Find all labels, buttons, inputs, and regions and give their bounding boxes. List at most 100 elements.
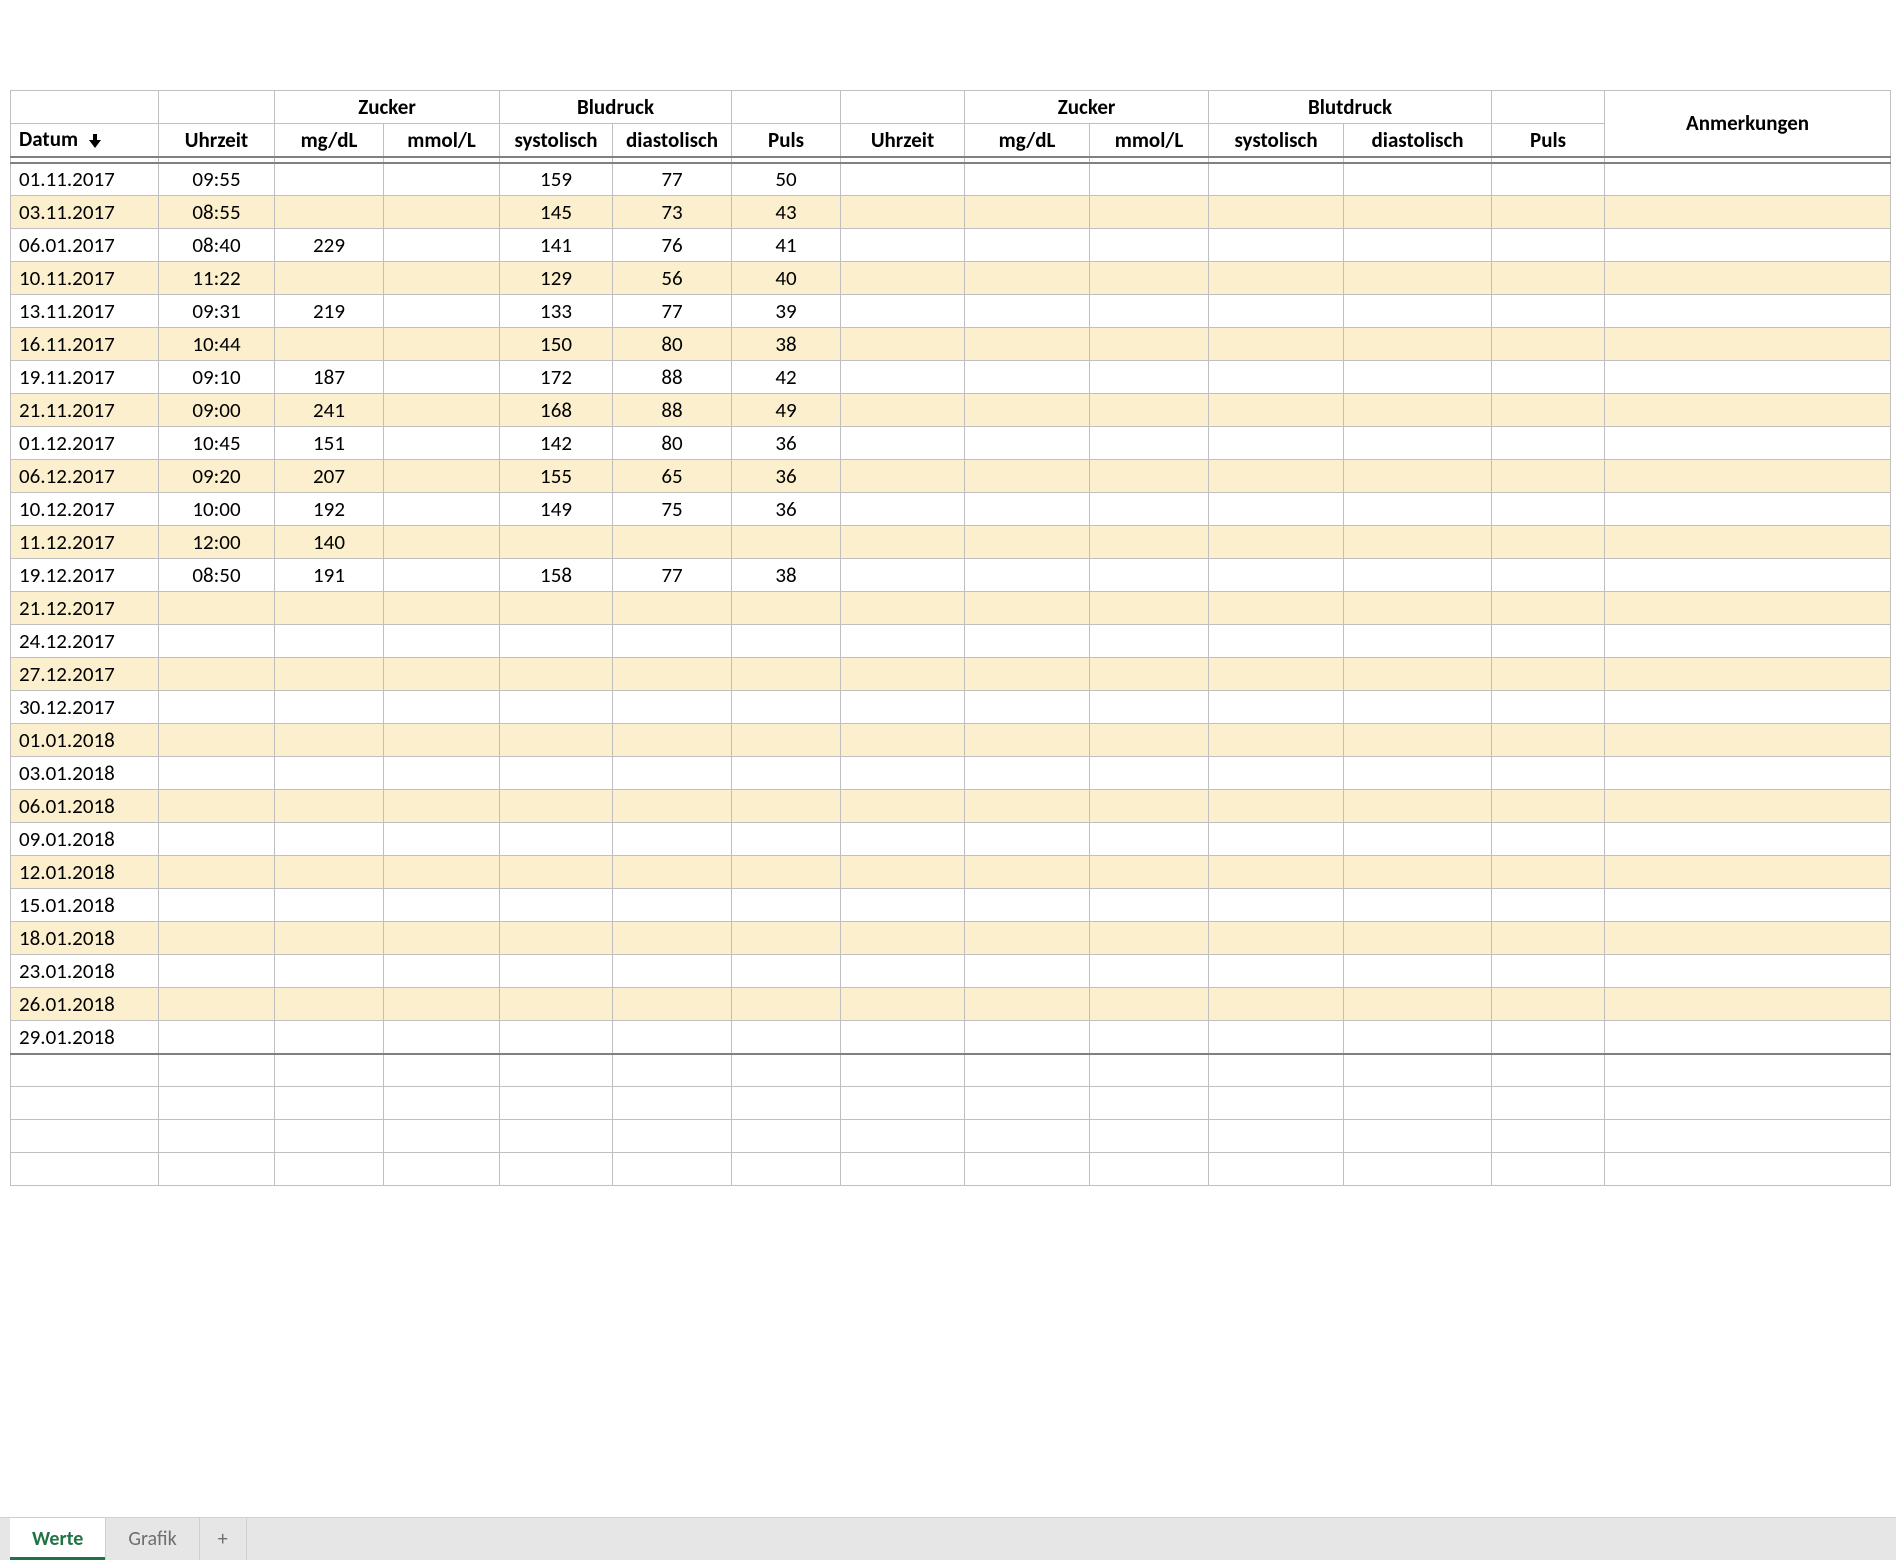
cell-puls2[interactable] bbox=[1492, 658, 1605, 691]
cell-anm[interactable] bbox=[1605, 658, 1891, 691]
cell-mgdl2[interactable] bbox=[965, 460, 1090, 493]
cell-sys1[interactable] bbox=[500, 856, 613, 889]
cell-uhrzeit1[interactable]: 09:10 bbox=[159, 361, 275, 394]
cell-mmoll1[interactable] bbox=[384, 1021, 500, 1054]
cell-puls2[interactable] bbox=[1492, 394, 1605, 427]
cell-puls2[interactable] bbox=[1492, 229, 1605, 262]
cell-mgdl2[interactable] bbox=[965, 592, 1090, 625]
cell-sys2[interactable] bbox=[1209, 658, 1344, 691]
cell-mmoll2[interactable] bbox=[1090, 922, 1209, 955]
cell-dia2[interactable] bbox=[1344, 691, 1492, 724]
cell-anm[interactable] bbox=[1605, 625, 1891, 658]
cell-mmoll2[interactable] bbox=[1090, 757, 1209, 790]
cell-mmoll1[interactable] bbox=[384, 559, 500, 592]
cell-anm[interactable] bbox=[1605, 988, 1891, 1021]
empty-cell[interactable] bbox=[384, 1054, 500, 1087]
cell-dia2[interactable] bbox=[1344, 625, 1492, 658]
empty-cell[interactable] bbox=[1605, 1054, 1891, 1087]
cell-uhrzeit1[interactable]: 09:20 bbox=[159, 460, 275, 493]
cell-anm[interactable] bbox=[1605, 295, 1891, 328]
cell-puls1[interactable] bbox=[732, 988, 841, 1021]
header-blank-3[interactable] bbox=[732, 91, 841, 124]
cell-datum[interactable]: 06.01.2018 bbox=[11, 790, 159, 823]
cell-anm[interactable] bbox=[1605, 724, 1891, 757]
cell-dia1[interactable] bbox=[613, 823, 732, 856]
cell-sys1[interactable]: 158 bbox=[500, 559, 613, 592]
empty-cell[interactable] bbox=[732, 1153, 841, 1186]
cell-puls2[interactable] bbox=[1492, 196, 1605, 229]
cell-dia2[interactable] bbox=[1344, 1021, 1492, 1054]
cell-mgdl2[interactable] bbox=[965, 1021, 1090, 1054]
cell-anm[interactable] bbox=[1605, 691, 1891, 724]
cell-datum[interactable]: 24.12.2017 bbox=[11, 625, 159, 658]
cell-dia1[interactable] bbox=[613, 724, 732, 757]
cell-mmoll2[interactable] bbox=[1090, 823, 1209, 856]
cell-mmoll1[interactable] bbox=[384, 295, 500, 328]
cell-puls1[interactable] bbox=[732, 856, 841, 889]
cell-datum[interactable]: 19.11.2017 bbox=[11, 361, 159, 394]
cell-puls1[interactable] bbox=[732, 790, 841, 823]
add-sheet-button[interactable]: + bbox=[200, 1518, 247, 1560]
cell-puls2[interactable] bbox=[1492, 526, 1605, 559]
cell-dia2[interactable] bbox=[1344, 757, 1492, 790]
cell-dia1[interactable]: 80 bbox=[613, 427, 732, 460]
cell-sys2[interactable] bbox=[1209, 757, 1344, 790]
cell-mmoll1[interactable] bbox=[384, 460, 500, 493]
empty-cell[interactable] bbox=[275, 1087, 384, 1120]
cell-sys1[interactable]: 150 bbox=[500, 328, 613, 361]
cell-puls2[interactable] bbox=[1492, 691, 1605, 724]
cell-puls1[interactable]: 38 bbox=[732, 328, 841, 361]
empty-cell[interactable] bbox=[613, 1054, 732, 1087]
cell-uhrzeit2[interactable] bbox=[841, 493, 965, 526]
empty-cell[interactable] bbox=[275, 1120, 384, 1153]
cell-sys1[interactable]: 145 bbox=[500, 196, 613, 229]
cell-uhrzeit1[interactable]: 09:55 bbox=[159, 163, 275, 196]
cell-dia2[interactable] bbox=[1344, 988, 1492, 1021]
cell-mgdl2[interactable] bbox=[965, 691, 1090, 724]
cell-sys2[interactable] bbox=[1209, 295, 1344, 328]
cell-mmoll1[interactable] bbox=[384, 592, 500, 625]
cell-puls2[interactable] bbox=[1492, 625, 1605, 658]
cell-uhrzeit2[interactable] bbox=[841, 790, 965, 823]
cell-mmoll2[interactable] bbox=[1090, 526, 1209, 559]
cell-datum[interactable]: 01.11.2017 bbox=[11, 163, 159, 196]
empty-cell[interactable] bbox=[613, 1120, 732, 1153]
cell-dia1[interactable]: 73 bbox=[613, 196, 732, 229]
cell-uhrzeit1[interactable] bbox=[159, 592, 275, 625]
cell-uhrzeit2[interactable] bbox=[841, 1021, 965, 1054]
sheet-tab-grafik[interactable]: Grafik bbox=[106, 1518, 199, 1560]
cell-datum[interactable]: 23.01.2018 bbox=[11, 955, 159, 988]
cell-mmoll1[interactable] bbox=[384, 196, 500, 229]
header-blank-5[interactable] bbox=[1492, 91, 1605, 124]
cell-puls1[interactable]: 40 bbox=[732, 262, 841, 295]
cell-puls1[interactable] bbox=[732, 526, 841, 559]
cell-mgdl2[interactable] bbox=[965, 823, 1090, 856]
empty-cell[interactable] bbox=[11, 1087, 159, 1120]
cell-anm[interactable] bbox=[1605, 493, 1891, 526]
cell-dia1[interactable] bbox=[613, 691, 732, 724]
cell-uhrzeit2[interactable] bbox=[841, 460, 965, 493]
cell-anm[interactable] bbox=[1605, 757, 1891, 790]
empty-cell[interactable] bbox=[159, 1054, 275, 1087]
cell-mgdl1[interactable] bbox=[275, 856, 384, 889]
header-blank-1[interactable] bbox=[11, 91, 159, 124]
cell-dia1[interactable] bbox=[613, 988, 732, 1021]
cell-mgdl1[interactable] bbox=[275, 790, 384, 823]
empty-cell[interactable] bbox=[841, 1087, 965, 1120]
empty-cell[interactable] bbox=[1605, 1087, 1891, 1120]
cell-sys1[interactable] bbox=[500, 691, 613, 724]
cell-dia2[interactable] bbox=[1344, 955, 1492, 988]
cell-dia1[interactable] bbox=[613, 856, 732, 889]
cell-mmoll2[interactable] bbox=[1090, 724, 1209, 757]
cell-sys2[interactable] bbox=[1209, 361, 1344, 394]
empty-cell[interactable] bbox=[1605, 1120, 1891, 1153]
cell-mgdl1[interactable]: 192 bbox=[275, 493, 384, 526]
cell-uhrzeit1[interactable]: 08:55 bbox=[159, 196, 275, 229]
cell-mmoll2[interactable] bbox=[1090, 988, 1209, 1021]
header-group-zucker-1[interactable]: Zucker bbox=[275, 91, 500, 124]
cell-mgdl1[interactable] bbox=[275, 328, 384, 361]
cell-puls2[interactable] bbox=[1492, 295, 1605, 328]
cell-mgdl2[interactable] bbox=[965, 790, 1090, 823]
cell-dia2[interactable] bbox=[1344, 526, 1492, 559]
cell-mmoll1[interactable] bbox=[384, 790, 500, 823]
